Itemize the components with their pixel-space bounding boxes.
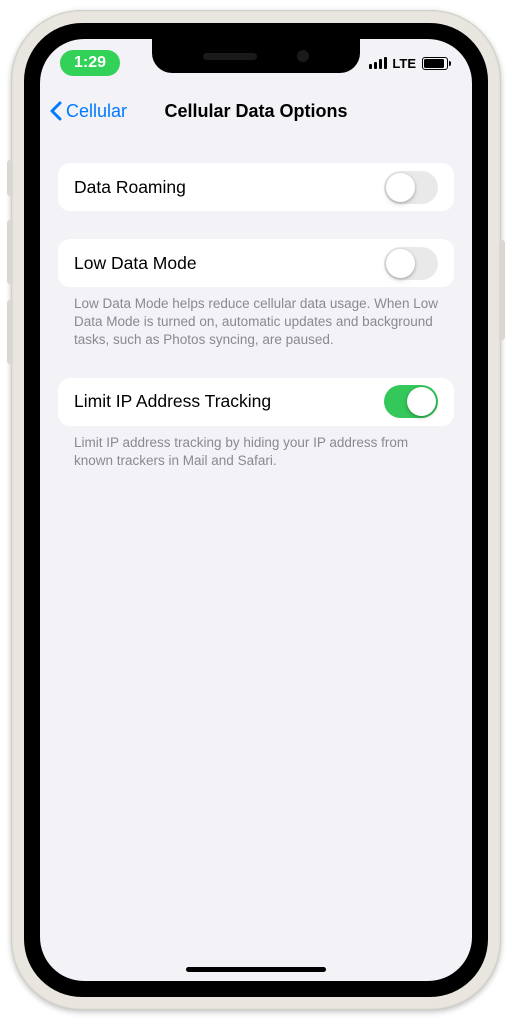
toggle-knob [386,249,415,278]
toggle-knob [407,387,436,416]
cellular-signal-icon [369,57,388,70]
row-label: Limit IP Address Tracking [74,391,271,412]
row-label: Data Roaming [74,177,186,198]
network-label: LTE [392,56,416,71]
mute-switch [7,160,13,196]
notch [152,39,360,73]
footer-limit-ip: Limit IP address tracking by hiding your… [58,426,454,470]
group-low-data-mode: Low Data Mode Low Data Mode helps reduce… [58,239,454,350]
row-data-roaming[interactable]: Data Roaming [58,163,454,211]
chevron-left-icon [50,101,62,121]
phone-bezel: 1:29 LTE Cellular Cellular Data Options [24,23,488,997]
toggle-knob [386,173,415,202]
toggle-low-data-mode[interactable] [384,247,438,280]
row-label: Low Data Mode [74,253,197,274]
group-limit-ip: Limit IP Address Tracking Limit IP addre… [58,378,454,470]
phone-frame: 1:29 LTE Cellular Cellular Data Options [11,10,501,1010]
speaker-grille [203,53,257,60]
volume-up-button [7,220,13,284]
row-low-data-mode[interactable]: Low Data Mode [58,239,454,287]
back-button[interactable]: Cellular [50,101,127,122]
nav-bar: Cellular Cellular Data Options [40,87,472,135]
status-time-pill[interactable]: 1:29 [60,50,120,76]
volume-down-button [7,300,13,364]
toggle-limit-ip-tracking[interactable] [384,385,438,418]
content: Data Roaming Low Data Mode Low Data Mode… [40,135,472,470]
status-right: LTE [369,56,448,71]
battery-icon [422,57,448,70]
toggle-data-roaming[interactable] [384,171,438,204]
group-data-roaming: Data Roaming [58,163,454,211]
home-indicator[interactable] [186,967,326,972]
power-button [499,240,505,340]
back-label: Cellular [66,101,127,122]
screen: 1:29 LTE Cellular Cellular Data Options [40,39,472,981]
front-camera [297,50,309,62]
footer-low-data-mode: Low Data Mode helps reduce cellular data… [58,287,454,350]
row-limit-ip-tracking[interactable]: Limit IP Address Tracking [58,378,454,426]
